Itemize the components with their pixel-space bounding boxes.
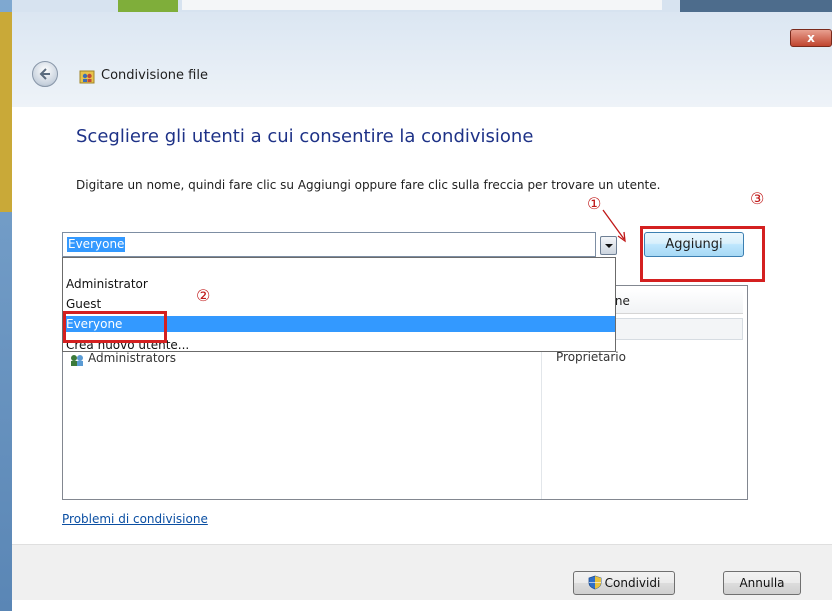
cancel-button[interactable]: Annulla — [723, 571, 801, 595]
background-window-strip — [0, 0, 832, 12]
user-name-value: Everyone — [67, 237, 126, 252]
title-bar: x Condivisione file — [12, 12, 832, 107]
annotation-step-2: ② — [196, 286, 211, 305]
background-strip-yellow — [0, 12, 12, 212]
back-arrow-icon — [39, 68, 50, 80]
dropdown-arrow-button[interactable] — [600, 236, 617, 255]
annotation-step-1: ① — [587, 194, 602, 213]
window-left-border — [0, 0, 12, 611]
page-heading: Scegliere gli utenti a cui consentire la… — [76, 126, 534, 147]
instructions-text: Digitare un nome, quindi fare clic su Ag… — [76, 178, 661, 192]
sharing-problems-link[interactable]: Problemi di condivisione — [62, 512, 208, 526]
uac-shield-icon — [588, 575, 602, 590]
annotation-step-3: ③ — [750, 189, 765, 208]
user-row-label: Administrators — [88, 351, 177, 365]
share-button-label: Condividi — [604, 576, 661, 590]
annotation-box-everyone — [63, 311, 167, 343]
users-icon — [79, 70, 95, 84]
user-row-administrators[interactable]: Administrators — [70, 350, 220, 368]
share-button[interactable]: Condividi — [573, 571, 675, 595]
dropdown-item-administrator[interactable]: Administrator — [63, 276, 615, 292]
window-title: Condivisione file — [101, 68, 208, 83]
background-strip-white — [182, 0, 662, 10]
owner-permission-text: Proprietario — [556, 350, 626, 364]
back-button[interactable] — [32, 61, 58, 87]
background-strip-green — [118, 0, 178, 12]
user-name-input[interactable]: Everyone — [62, 232, 596, 257]
group-icon — [71, 355, 83, 366]
dialog-footer — [12, 544, 832, 600]
background-strip-dark — [680, 0, 832, 12]
close-button[interactable]: x — [790, 29, 832, 47]
dropdown-item-guest[interactable]: Guest — [63, 296, 615, 309]
annotation-box-add-button — [640, 226, 765, 282]
